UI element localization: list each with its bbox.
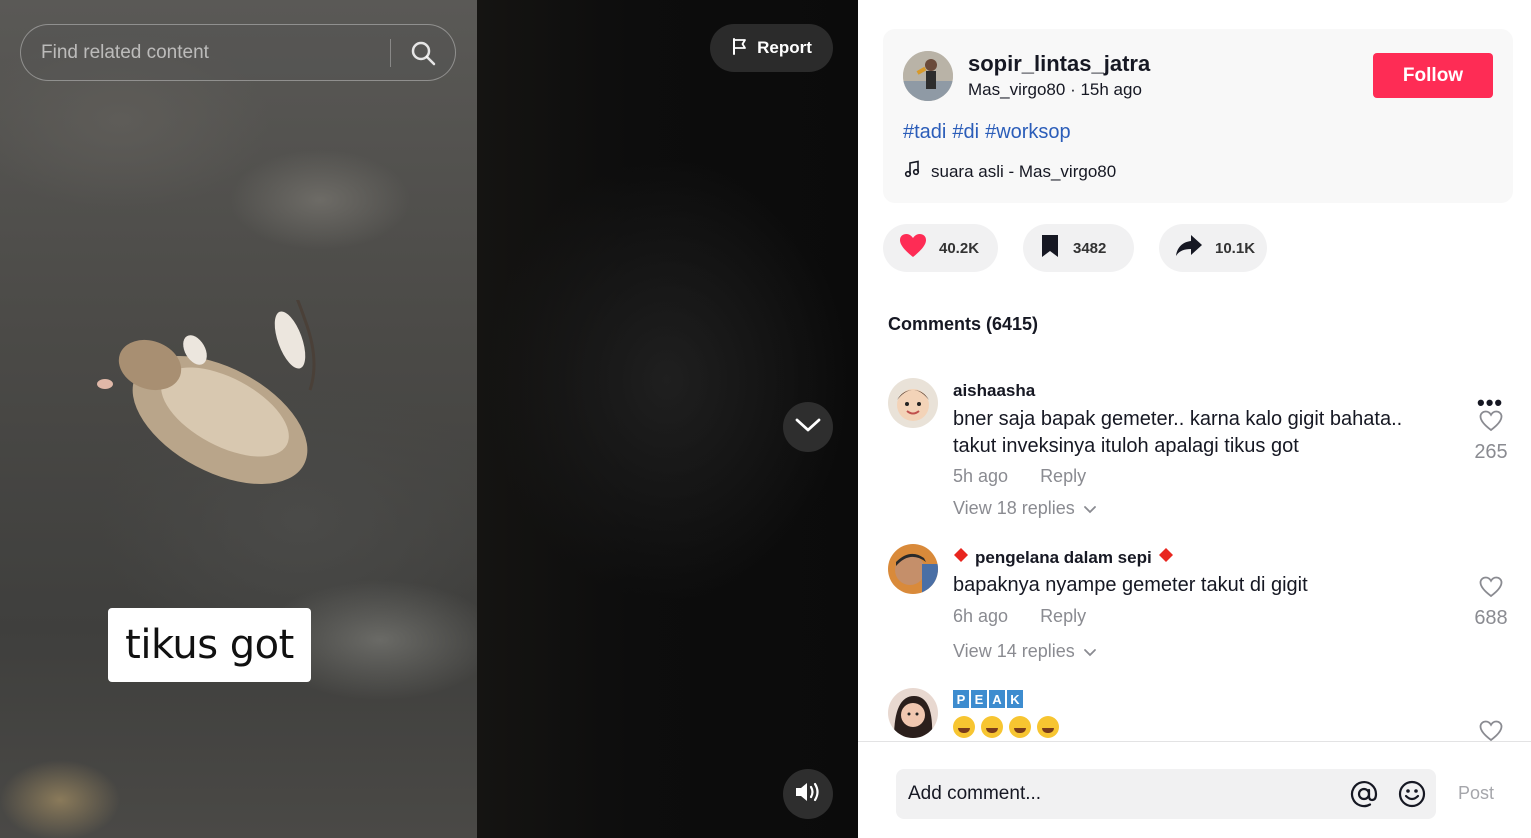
report-button[interactable]: Report — [710, 24, 833, 72]
view-replies-button[interactable]: View 14 replies — [953, 641, 1097, 662]
next-video-button[interactable] — [783, 402, 833, 452]
view-replies-label: View 18 replies — [953, 498, 1075, 518]
commenter-name[interactable]: pengelana dalam sepi — [975, 548, 1152, 568]
laughing-emoji-icon — [953, 716, 975, 738]
comments-header: Comments (6415) — [888, 314, 1039, 334]
comment-like[interactable]: 265 — [1468, 410, 1514, 464]
save-count: 3482 — [1073, 239, 1107, 257]
details-panel: sopir_lintas_jatra Mas_virgo80 · 15h ago… — [858, 0, 1531, 838]
peak-letter: K — [1007, 690, 1023, 708]
reply-button[interactable]: Reply — [1040, 466, 1086, 487]
video-caption-sticker: tikus got — [108, 608, 311, 682]
heart-outline-icon[interactable] — [1479, 576, 1503, 602]
emoji-icon[interactable] — [1388, 780, 1436, 808]
video-info-card: sopir_lintas_jatra Mas_virgo80 · 15h ago… — [883, 29, 1513, 203]
commenter-username[interactable]: P E A K — [953, 690, 1023, 708]
flag-icon — [731, 37, 749, 60]
post-button[interactable]: Post — [1458, 783, 1494, 804]
comment-item: pengelana dalam sepi bapaknya nyampe gem… — [858, 526, 1531, 686]
video-caption-text: tikus got — [125, 622, 294, 668]
video-frame[interactable]: tikus got Find related content — [0, 0, 477, 838]
laughing-emoji-icon — [1037, 716, 1059, 738]
comment-item: aishaasha ••• bner saja bapak gemeter.. … — [858, 360, 1531, 540]
view-replies-label: View 14 replies — [953, 641, 1075, 661]
share-button[interactable]: 10.1K — [1159, 224, 1267, 272]
share-count: 10.1K — [1215, 239, 1256, 257]
commenter-avatar[interactable] — [888, 544, 938, 594]
comment-like[interactable]: 688 — [1468, 576, 1514, 630]
comment-composer: Add comment... Post — [858, 741, 1531, 838]
comment-like-count: 265 — [1474, 441, 1508, 463]
search-placeholder[interactable]: Find related content — [21, 42, 390, 64]
chevron-down-icon — [1083, 641, 1097, 662]
comment-meta: 5h ago Reply — [953, 466, 1086, 487]
hashtag-link[interactable]: #worksop — [985, 121, 1071, 144]
music-label: suara asli - Mas_virgo80 — [931, 161, 1117, 181]
diamond-icon — [953, 547, 969, 568]
commenter-avatar[interactable] — [888, 378, 938, 428]
view-replies-button[interactable]: View 18 replies — [953, 498, 1097, 519]
volume-icon — [794, 780, 822, 809]
comment-like-count: 688 — [1474, 607, 1508, 629]
laughing-emoji-icon — [981, 716, 1003, 738]
comment-like[interactable] — [1468, 720, 1514, 741]
commenter-username[interactable]: pengelana dalam sepi — [953, 547, 1174, 568]
heart-icon — [899, 233, 927, 263]
post-time: 15h ago — [1080, 80, 1142, 99]
hashtags: #tadi #di #worksop — [903, 121, 1071, 144]
comment-text — [953, 716, 1433, 741]
like-button[interactable]: 40.2K — [883, 224, 998, 272]
author-avatar[interactable] — [903, 51, 953, 101]
music-link[interactable]: suara asli - Mas_virgo80 — [903, 160, 1116, 183]
comment-meta: 6h ago Reply — [953, 606, 1086, 627]
bookmark-icon — [1039, 234, 1061, 262]
search-icon[interactable] — [391, 24, 455, 81]
follow-button[interactable]: Follow — [1373, 53, 1493, 98]
diamond-icon — [1158, 547, 1174, 568]
video-player[interactable]: tikus got Find related content Report — [0, 0, 858, 838]
chevron-down-icon — [1083, 498, 1097, 519]
peak-letter: A — [989, 690, 1005, 708]
author-nickname[interactable]: Mas_virgo80 — [968, 80, 1065, 99]
author-subline: Mas_virgo80 · 15h ago — [968, 80, 1142, 100]
peak-badge[interactable]: P E A K — [953, 690, 1023, 708]
mention-icon[interactable] — [1340, 780, 1388, 808]
find-related-search[interactable]: Find related content — [20, 24, 456, 81]
commenter-avatar[interactable] — [888, 688, 938, 738]
heart-outline-icon[interactable] — [1479, 410, 1503, 436]
hashtag-link[interactable]: #di — [952, 121, 979, 144]
comment-time: 6h ago — [953, 606, 1009, 626]
comments-list[interactable]: aishaasha ••• bner saja bapak gemeter.. … — [858, 360, 1531, 741]
author-username[interactable]: sopir_lintas_jatra — [968, 51, 1150, 77]
save-button[interactable]: 3482 — [1023, 224, 1134, 272]
peak-letter: P — [953, 690, 969, 708]
share-arrow-icon — [1175, 234, 1203, 262]
report-label: Report — [757, 38, 812, 57]
chevron-down-icon — [795, 417, 821, 438]
like-count: 40.2K — [939, 239, 980, 257]
volume-button[interactable] — [783, 769, 833, 819]
hashtag-link[interactable]: #tadi — [903, 121, 946, 144]
peak-letter: E — [971, 690, 987, 708]
laughing-emoji-icon — [1009, 716, 1031, 738]
comment-text: bapaknya nyampe gemeter takut di gigit — [953, 574, 1308, 596]
comment-input[interactable]: Add comment... — [896, 769, 1436, 819]
rat-image — [95, 209, 335, 500]
comment-time: 5h ago — [953, 466, 1009, 486]
comment-text: bner saja bapak gemeter.. karna kalo gig… — [953, 408, 1403, 457]
separator-dot: · — [1070, 80, 1081, 99]
commenter-username[interactable]: aishaasha — [953, 381, 1035, 401]
commenter-name[interactable]: aishaasha — [953, 381, 1035, 401]
heart-outline-icon[interactable] — [1479, 720, 1503, 741]
tiktok-video-page: tikus got Find related content Report so… — [0, 0, 1531, 838]
comment-item: P E A K — [858, 670, 1531, 741]
reply-button[interactable]: Reply — [1040, 606, 1086, 627]
comment-input-placeholder[interactable]: Add comment... — [908, 783, 1340, 805]
music-note-icon — [903, 160, 921, 183]
